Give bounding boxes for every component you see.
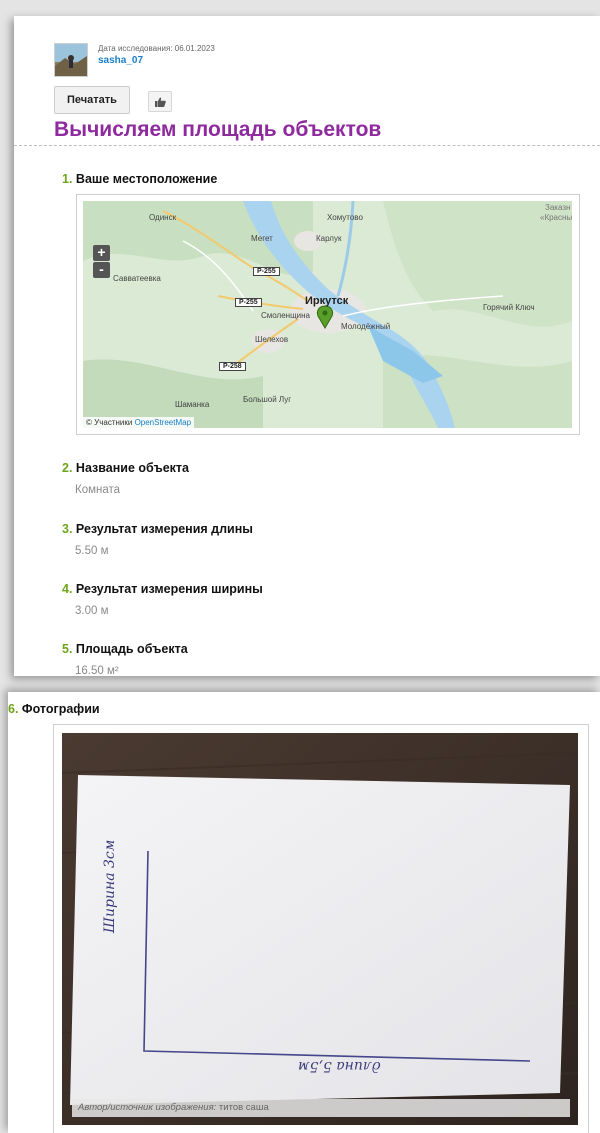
zoom-out-button[interactable]: - <box>93 262 110 278</box>
username-link[interactable]: sasha_07 <box>98 55 215 66</box>
map-label-karluk: Карлук <box>316 234 342 243</box>
map-label-molodezhny: Молодёжный <box>341 322 391 331</box>
map-label-bolshoy-lug: Большой Луг <box>243 395 292 404</box>
road-sign: Р-255 <box>235 298 262 307</box>
location-map-frame: + - Одинск Хомутово Заказн «Красный Меге… <box>76 194 580 435</box>
photos-card: 6. Фотографии Ширина 3см длина 5,5м Авто… <box>8 692 600 1133</box>
map-label-irkutsk: Иркутск <box>305 295 349 307</box>
road-sign: Р-258 <box>219 362 246 371</box>
like-button[interactable] <box>148 91 172 112</box>
map-label-goryachy-klyuch: Горячий Ключ <box>483 303 535 312</box>
map-label-meget: Мегет <box>251 234 273 243</box>
area-value: 16.50 м² <box>75 665 119 676</box>
length-value: 5.50 м <box>75 545 109 557</box>
section-location-title: 1. Ваше местоположение <box>62 172 218 186</box>
room-sketch-photo[interactable]: Ширина 3см длина 5,5м Автор/источник изо… <box>62 733 578 1125</box>
width-value: 3.00 м <box>75 605 109 617</box>
photo-frame: Ширина 3см длина 5,5м Автор/источник изо… <box>53 724 589 1133</box>
divider <box>14 145 600 146</box>
length-handwriting: длина 5,5м <box>298 1058 381 1074</box>
map-label-homutovo: Хомутово <box>327 213 363 222</box>
width-handwriting: Ширина 3см <box>102 839 118 933</box>
map-label-reserve-1: Заказн <box>545 203 571 212</box>
map-label-shelekhov: Шелехов <box>255 335 289 344</box>
section-length-title: 3. Результат измерения длины <box>62 522 253 536</box>
study-card: Дата исследования: 06.01.2023 sasha_07 П… <box>14 16 600 676</box>
photo-caption: Автор/источник изображения: титов саша <box>72 1099 570 1117</box>
map-label-smolenshchina: Смоленщина <box>261 311 311 320</box>
zoom-in-button[interactable]: + <box>93 245 110 261</box>
map-attribution: © Участники OpenStreetMap <box>83 417 195 428</box>
study-date: Дата исследования: 06.01.2023 <box>98 44 215 53</box>
section-object-name-title: 2. Название объекта <box>62 461 189 475</box>
openstreetmap-link[interactable]: OpenStreetMap <box>135 418 191 427</box>
avatar[interactable] <box>54 43 88 77</box>
print-button[interactable]: Печатать <box>54 86 130 114</box>
section-width-title: 4. Результат измерения ширины <box>62 582 263 596</box>
author-block: Дата исследования: 06.01.2023 sasha_07 <box>54 43 215 77</box>
section-area-title: 5. Площадь объекта <box>62 642 188 656</box>
thumbs-up-icon <box>154 97 166 107</box>
map-label-shamanka: Шаманка <box>175 400 210 409</box>
object-name-value: Комната <box>75 484 121 496</box>
page-title: Вычисляем площадь объектов <box>54 118 382 141</box>
map-label-odinsk: Одинск <box>149 213 177 222</box>
map-label-savvateevka: Савватеевка <box>113 274 161 283</box>
map-label-reserve-2: «Красный <box>540 213 572 222</box>
road-sign: Р-255 <box>253 267 280 276</box>
location-map[interactable]: + - Одинск Хомутово Заказн «Красный Меге… <box>83 201 572 428</box>
section-photos-title: 6. Фотографии <box>8 702 100 716</box>
